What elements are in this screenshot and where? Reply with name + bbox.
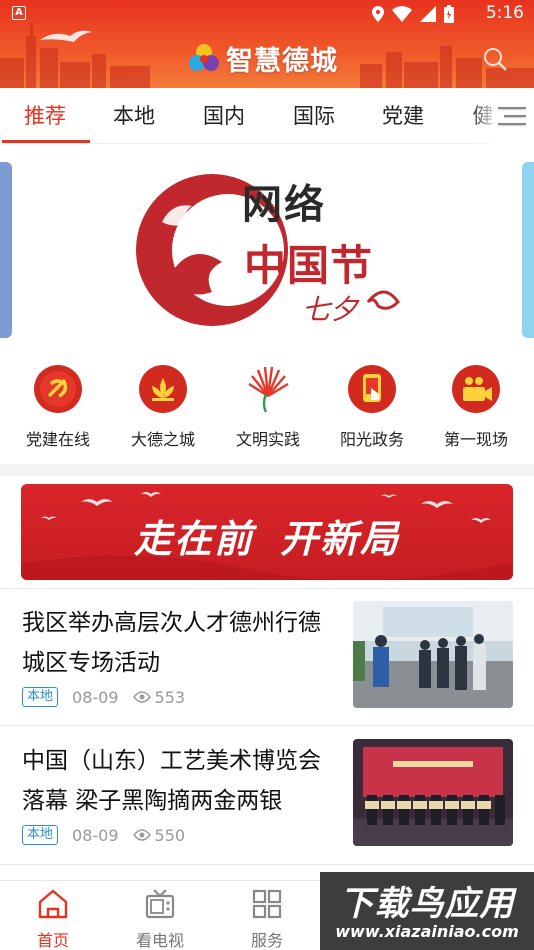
banner-subtitle: 七夕	[302, 293, 359, 326]
watermark-title: 下载鸟应用	[339, 884, 515, 924]
nav-services[interactable]: 服务	[232, 887, 302, 950]
banner-carousel[interactable]: 网络 中国节 七夕	[0, 144, 534, 344]
app-title: 智慧德城	[226, 45, 338, 77]
nav-label: 首页	[36, 931, 69, 950]
quick-link-gov-affairs[interactable]: 阳光政务	[322, 364, 422, 450]
nav-home[interactable]: 首页	[18, 887, 88, 950]
search-icon[interactable]	[482, 46, 508, 72]
status-icons	[372, 5, 454, 23]
news-meta: 本地 08-09 553	[22, 687, 185, 707]
status-time: 5:16	[485, 3, 524, 23]
signal-icon	[420, 6, 436, 22]
watermark-overlay: 下载鸟应用 www.xiazainiao.com	[320, 872, 534, 950]
eye-icon	[132, 691, 151, 703]
news-meta: 本地 08-09 550	[22, 825, 185, 845]
news-thumbnail[interactable]	[353, 601, 513, 708]
nav-tv[interactable]: 看电视	[125, 887, 195, 950]
watermark-url: www.xiazainiao.com	[335, 922, 519, 941]
quick-link-party-online[interactable]: 党建在线	[8, 364, 108, 450]
nav-label: 服务	[250, 931, 283, 950]
app-brand: 智慧德城	[188, 40, 338, 77]
app-header: A 5:16 智慧德城	[0, 0, 534, 88]
channel-menu-icon[interactable]	[498, 104, 526, 128]
news-tag: 本地	[22, 825, 59, 845]
wifi-icon	[392, 6, 412, 22]
banner-title-line2: 中国节	[244, 241, 374, 290]
active-tab-indicator	[2, 140, 90, 143]
quick-link-civilization[interactable]: 文明实践	[218, 364, 318, 450]
tv-icon	[145, 889, 175, 919]
quick-link-label: 阳光政务	[339, 430, 404, 449]
party-emblem-icon	[34, 365, 82, 413]
channel-tabs: 推荐 本地 国内 国际 党建 健	[0, 88, 534, 144]
news-views: 550	[132, 825, 186, 845]
section-divider	[0, 464, 534, 476]
tab-local[interactable]: 本地	[99, 88, 169, 144]
quick-links: 党建在线 大德之城 文明实践 阳光政务 第一现场	[0, 344, 534, 464]
grid-icon	[252, 889, 282, 919]
banner-next-peek[interactable]	[522, 162, 534, 338]
status-bar: A 5:16	[0, 0, 534, 28]
news-title[interactable]: 中国（山东）工艺美术博览会落幕 梁子黑陶摘两金两银	[22, 741, 342, 821]
news-title[interactable]: 我区举办高层次人才德州行德城区专场活动	[22, 603, 342, 683]
banner-prev-peek[interactable]	[0, 162, 12, 338]
news-views: 553	[132, 687, 186, 707]
news-tag: 本地	[22, 687, 59, 707]
video-camera-icon	[452, 365, 500, 413]
news-date: 08-09	[72, 687, 119, 707]
quick-link-label: 大德之城	[130, 430, 195, 449]
hand-tap-icon	[348, 365, 396, 413]
flame-fan-icon	[248, 366, 289, 413]
quick-link-label: 文明实践	[235, 430, 300, 449]
quick-link-dade-city[interactable]: 大德之城	[113, 364, 213, 450]
quick-link-label: 第一现场	[443, 430, 508, 449]
news-item[interactable]: 我区举办高层次人才德州行德城区专场活动 本地 08-09 553	[0, 588, 534, 726]
home-icon	[38, 889, 68, 919]
nav-label: 看电视	[135, 931, 184, 950]
location-icon	[372, 6, 384, 22]
notification-indicator: A	[12, 6, 26, 20]
banner-slide[interactable]: 网络 中国节 七夕	[12, 152, 522, 342]
app-logo-icon	[189, 44, 219, 71]
news-thumbnail[interactable]	[353, 739, 513, 846]
quick-link-label: 党建在线	[25, 430, 90, 449]
news-view-count: 550	[154, 825, 186, 845]
news-date: 08-09	[72, 825, 119, 845]
slogan-text: 走在前 开新局	[21, 508, 513, 563]
slogan-banner[interactable]: 走在前 开新局	[21, 484, 513, 580]
tab-recommend[interactable]: 推荐	[10, 88, 80, 144]
app-screen: A 5:16 智慧德城 推荐 本地 国内 国际 党建 网络 中国节 七夕 党建在…	[0, 0, 534, 950]
quick-link-live-scene[interactable]: 第一现场	[426, 364, 526, 450]
news-view-count: 553	[154, 687, 186, 707]
slogan-part-1: 走在前	[133, 517, 254, 561]
tab-international[interactable]: 国际	[279, 88, 349, 144]
slogan-part-2: 开新局	[280, 517, 401, 561]
banner-title-line1: 网络	[242, 181, 326, 228]
tab-domestic[interactable]: 国内	[189, 88, 259, 144]
battery-icon	[444, 5, 454, 23]
eye-icon	[132, 829, 151, 841]
lotus-icon	[139, 365, 187, 413]
news-item[interactable]: 中国（山东）工艺美术博览会落幕 梁子黑陶摘两金两银 本地 08-09 550	[0, 727, 534, 865]
tab-party-building[interactable]: 党建	[368, 88, 438, 144]
